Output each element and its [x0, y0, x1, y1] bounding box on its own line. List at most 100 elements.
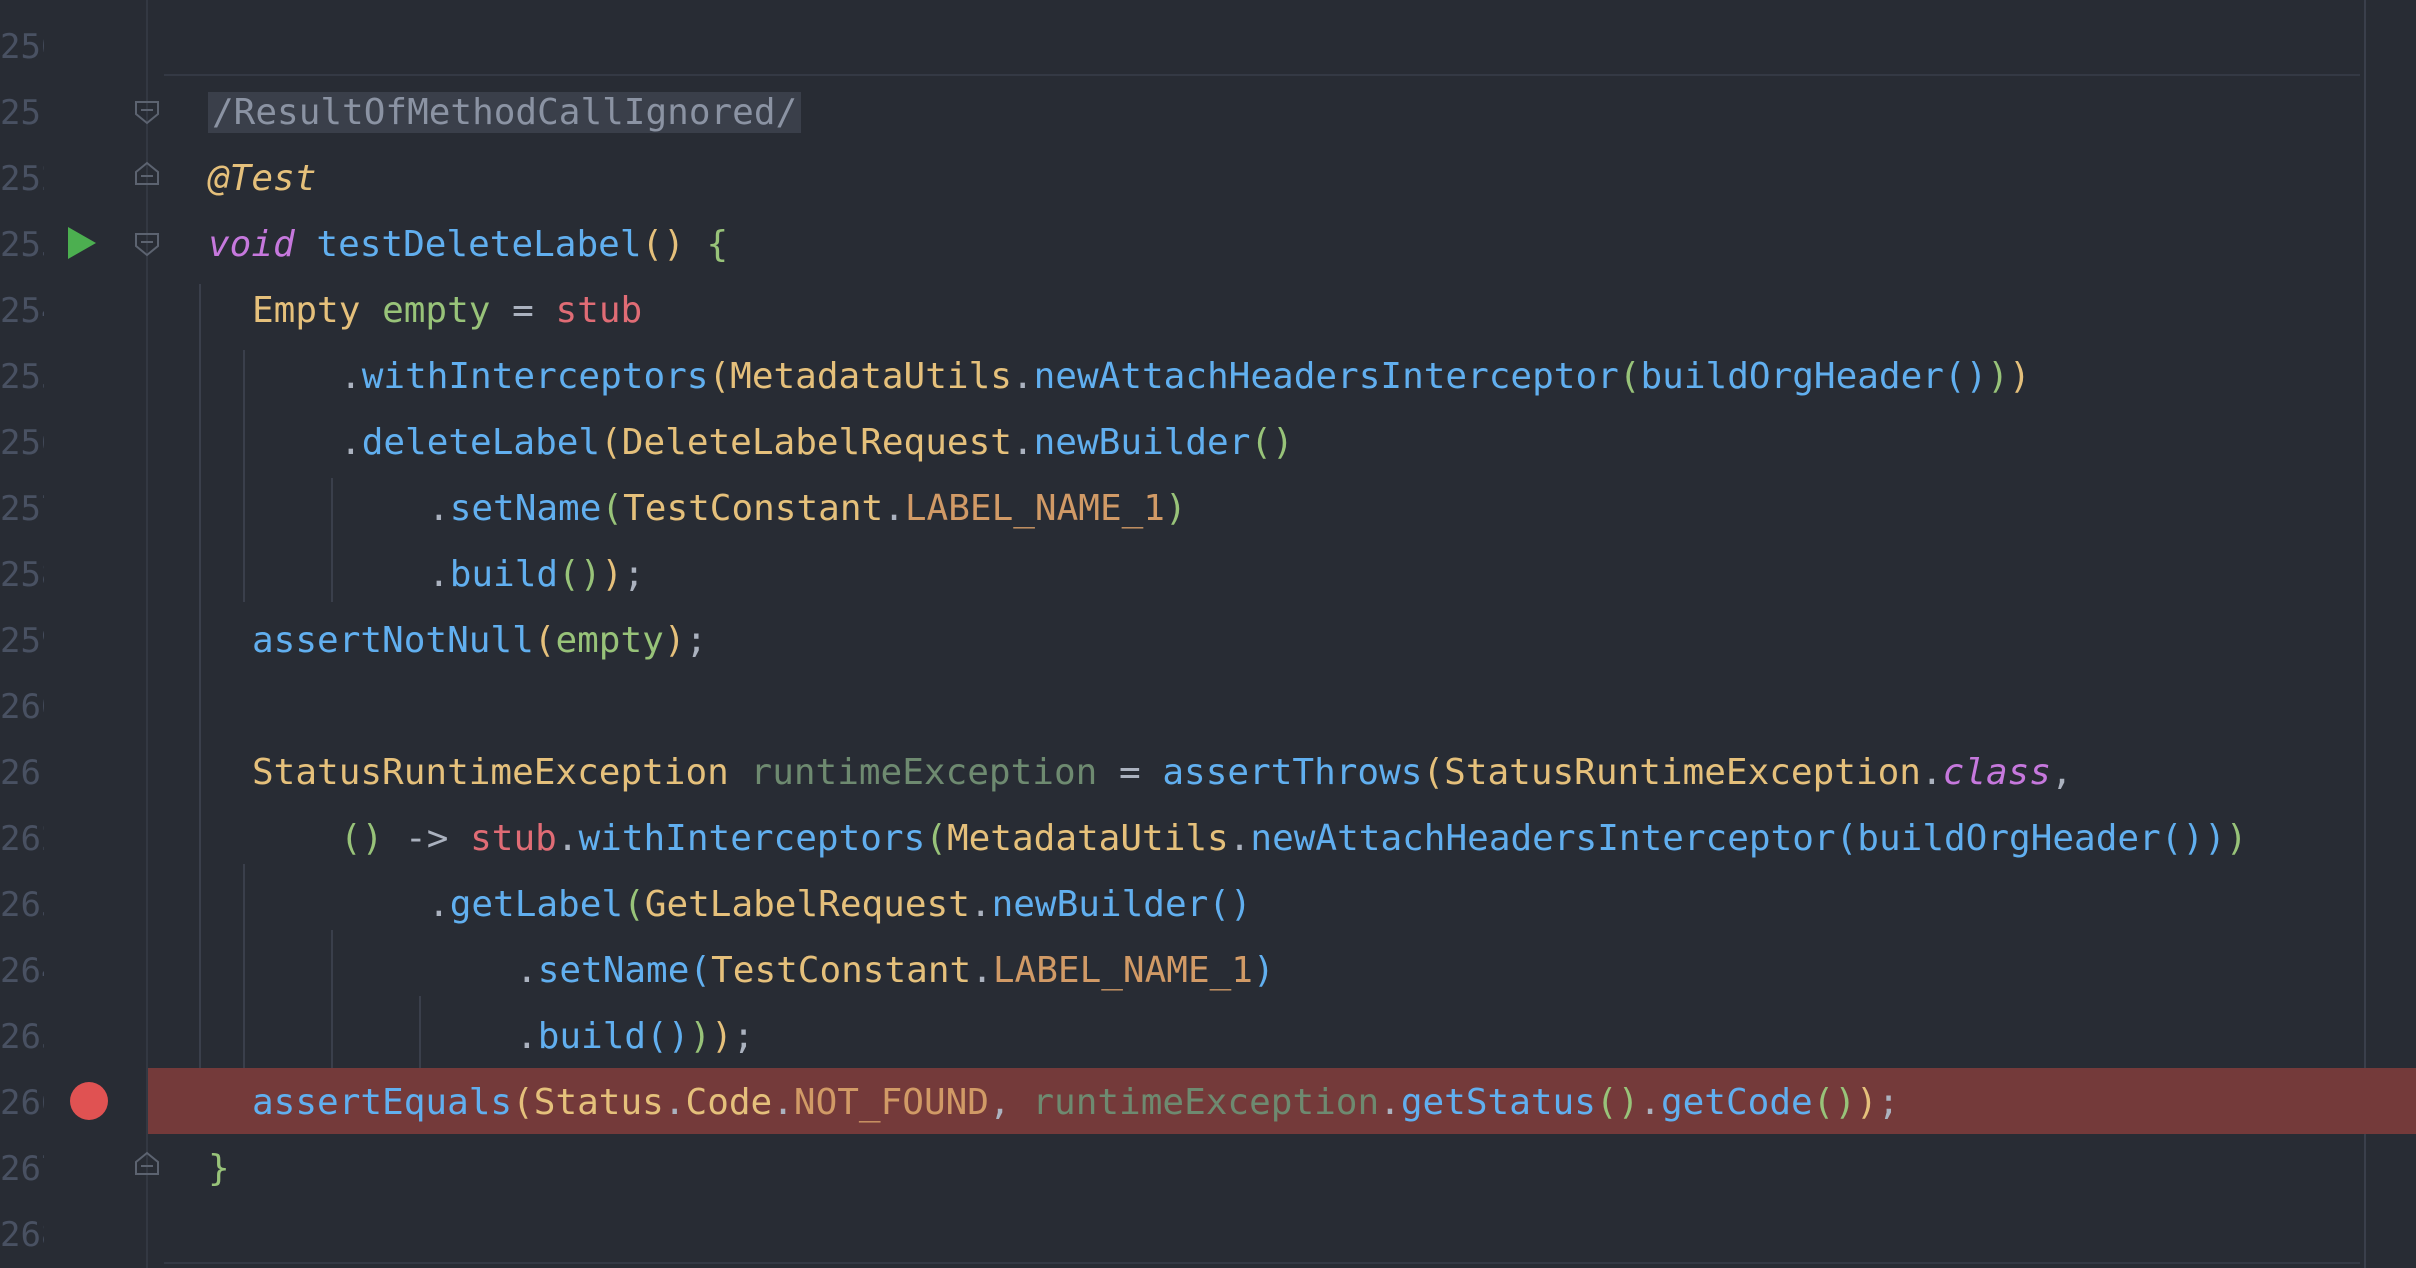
code-line-259[interactable]: assertNotNull(empty); — [0, 608, 2416, 674]
annotation: @Test — [208, 158, 317, 199]
comma: , — [2051, 752, 2073, 793]
paren: () — [1595, 1082, 1640, 1123]
code-line-263[interactable]: .getLabel(GetLabelRequest.newBuilder() — [0, 872, 2416, 938]
paren: ( — [1835, 818, 1858, 859]
code-line-252[interactable]: @Test — [0, 146, 2416, 212]
brace: { — [706, 224, 729, 265]
dot: . — [1639, 1082, 1661, 1123]
code-line-253[interactable]: void testDeleteLabel() { — [0, 212, 2416, 278]
method-call: withInterceptors — [578, 818, 926, 859]
paren: ) — [2204, 818, 2226, 859]
paren: ) — [711, 1016, 733, 1057]
local-variable: empty — [382, 290, 491, 331]
suppression-comment: /ResultOfMethodCallIgnored/ — [208, 92, 802, 133]
method-call: build — [449, 554, 559, 595]
brace: } — [208, 1148, 230, 1189]
method-call: build — [537, 1016, 647, 1057]
dot: . — [1228, 818, 1251, 859]
paren: ( — [512, 1082, 534, 1123]
local-variable: empty — [555, 620, 664, 661]
method-call: assertNotNull — [252, 620, 534, 661]
class-name: DeleteLabelRequest — [621, 422, 1012, 463]
paren: ) — [1164, 488, 1187, 529]
line-number: 250 — [0, 27, 44, 67]
method-call: getStatus — [1400, 1082, 1596, 1123]
code-editor[interactable]: 250 251 252 253 254 255 256 257 258 259 … — [0, 0, 2416, 1268]
code-line-264[interactable]: .setName(TestConstant.LABEL_NAME_1) — [0, 938, 2416, 1004]
arrow: -> — [405, 818, 449, 859]
dot: . — [1379, 1082, 1401, 1123]
dot: . — [772, 1082, 794, 1123]
method-call: assertEquals — [252, 1082, 513, 1123]
line-number: 268 — [0, 1215, 44, 1255]
dot: . — [428, 884, 450, 925]
code-line-258[interactable]: .build()); — [0, 542, 2416, 608]
dot: . — [663, 1082, 686, 1123]
class-name: MetadataUtils — [730, 356, 1012, 397]
class-name: TestConstant — [623, 488, 884, 529]
paren: ) — [2225, 818, 2248, 859]
constant: LABEL_NAME_1 — [904, 488, 1165, 529]
code-line-255[interactable]: .withInterceptors(MetadataUtils.newAttac… — [0, 344, 2416, 410]
operator: = — [512, 290, 534, 331]
class-name: Status — [533, 1082, 664, 1123]
code-line-256[interactable]: .deleteLabel(DeleteLabelRequest.newBuild… — [0, 410, 2416, 476]
paren: ) — [1987, 356, 2009, 397]
code-line-251[interactable]: /ResultOfMethodCallIgnored/ — [0, 80, 2416, 146]
paren: () — [1208, 884, 1252, 925]
method-call: getCode — [1660, 1082, 1813, 1123]
local-variable: runtimeException — [1032, 1082, 1380, 1123]
code-line-261[interactable]: StatusRuntimeException runtimeException … — [0, 740, 2416, 806]
method-call: withInterceptors — [361, 356, 709, 397]
dot: . — [883, 488, 905, 529]
semicolon: ; — [685, 620, 708, 661]
paren: ) — [689, 1016, 712, 1057]
local-variable: runtimeException — [750, 752, 1098, 793]
method-call: newBuilder — [1033, 422, 1251, 463]
method-call: buildOrgHeader — [1857, 818, 2161, 859]
paren: ( — [623, 884, 645, 925]
paren: () — [1943, 356, 1988, 397]
constant: LABEL_NAME_1 — [992, 950, 1253, 991]
class-name: TestConstant — [711, 950, 972, 991]
semicolon: ; — [623, 554, 645, 595]
dot: . — [1011, 422, 1034, 463]
paren: ( — [925, 818, 947, 859]
method-call: setName — [449, 488, 602, 529]
method-call: newAttachHeadersInterceptor — [1250, 818, 1836, 859]
code-line-262[interactable]: () -> stub.withInterceptors(MetadataUtil… — [0, 806, 2416, 872]
dot: . — [1920, 752, 1943, 793]
method-separator — [164, 74, 2360, 76]
paren: () — [2160, 818, 2205, 859]
paren: ( — [600, 422, 622, 463]
class-name: StatusRuntimeException — [1444, 752, 1921, 793]
method-call: setName — [537, 950, 690, 991]
method-call: deleteLabel — [361, 422, 601, 463]
paren: ) — [601, 554, 624, 595]
field: stub — [555, 290, 643, 331]
code-line-265[interactable]: .build())); — [0, 1004, 2416, 1070]
field: stub — [470, 818, 557, 859]
class-name: GetLabelRequest — [644, 884, 970, 925]
dot: . — [1011, 356, 1034, 397]
type-name: StatusRuntimeException — [252, 752, 729, 793]
dot: . — [971, 950, 993, 991]
method-call: buildOrgHeader — [1640, 356, 1944, 397]
paren: ( — [708, 356, 731, 397]
dot: . — [340, 422, 362, 463]
semicolon: ; — [732, 1016, 755, 1057]
method-call: assertThrows — [1162, 752, 1423, 793]
method-name: testDeleteLabel — [316, 224, 642, 265]
paren: ) — [663, 620, 686, 661]
code-line-257[interactable]: .setName(TestConstant.LABEL_NAME_1) — [0, 476, 2416, 542]
keyword: void — [208, 224, 295, 265]
method-call: newAttachHeadersInterceptor — [1033, 356, 1619, 397]
code-line-266[interactable]: assertEquals(Status.Code.NOT_FOUND, runt… — [0, 1070, 2416, 1136]
paren: ) — [2008, 356, 2031, 397]
paren: () — [641, 224, 685, 265]
method-call: getLabel — [449, 884, 624, 925]
method-separator — [164, 1262, 2360, 1264]
code-line-267[interactable]: } — [0, 1136, 2416, 1202]
type-name: Empty — [252, 290, 361, 331]
code-line-254[interactable]: Empty empty = stub — [0, 278, 2416, 344]
